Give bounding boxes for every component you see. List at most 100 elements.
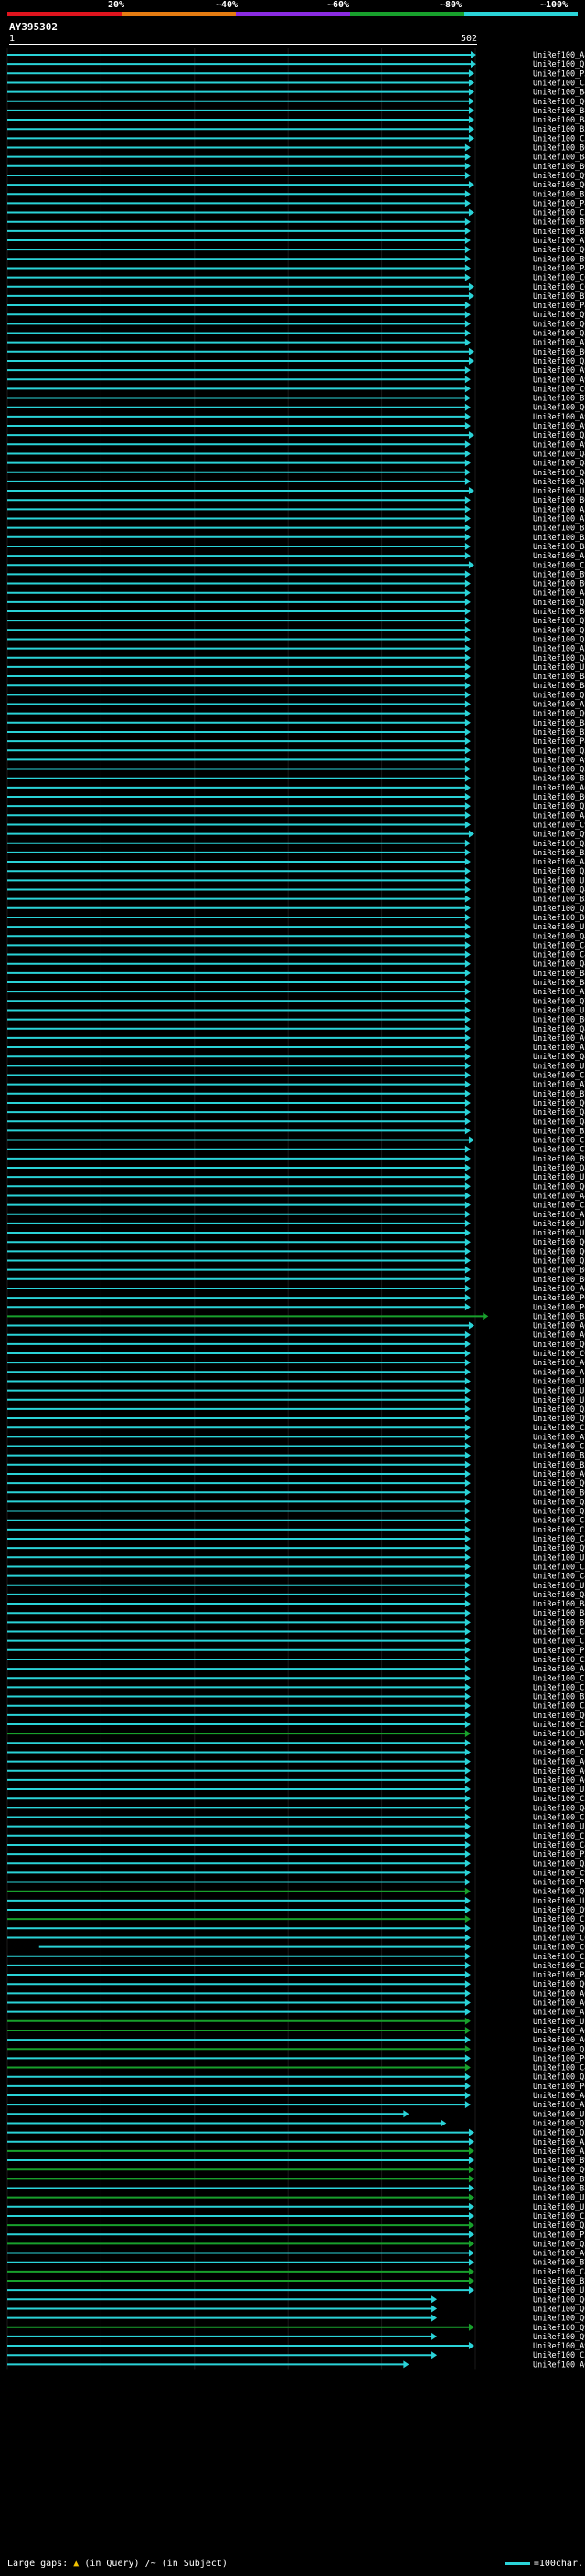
- hit-label[interactable]: UniRef100_C5GFT1: [533, 1563, 585, 1572]
- hit-label[interactable]: UniRef100_P42794: [533, 264, 585, 273]
- hit-label[interactable]: UniRef100_A4RZU5: [533, 552, 585, 561]
- hit-label[interactable]: UniRef100_A21403: [533, 701, 585, 710]
- hit-label[interactable]: UniRef100_Q4T8S0: [533, 1591, 585, 1600]
- hit-label[interactable]: UniRef100_Q5VVC8: [533, 2129, 585, 2138]
- hit-label[interactable]: UniRef100_B7FDN3: [533, 2259, 585, 2268]
- hit-label[interactable]: UniRef100_Q6CKT4: [533, 2166, 585, 2175]
- hit-label[interactable]: UniRef100_UPI000...: [533, 1173, 585, 1182]
- hit-label[interactable]: UniRef100_A7P518: [533, 1433, 585, 1442]
- hit-label[interactable]: UniRef100_B7FN35: [533, 292, 585, 302]
- hit-label[interactable]: UniRef100_Q9G2U2: [533, 2324, 585, 2333]
- hit-label[interactable]: UniRef100_B4FCG9: [533, 89, 585, 98]
- hit-label[interactable]: UniRef100_Q3E757: [533, 2073, 585, 2083]
- hit-label[interactable]: UniRef100_C6S7Z2: [533, 385, 585, 394]
- hit-label[interactable]: UniRef100_C6SZ17: [533, 274, 585, 283]
- hit-label[interactable]: UniRef100_Q19162: [533, 691, 585, 700]
- hit-label[interactable]: UniRef100_B7G869: [533, 525, 585, 534]
- hit-label[interactable]: UniRef100_A7AQT8: [533, 515, 585, 525]
- hit-label[interactable]: UniRef100_UPI000...: [533, 923, 585, 932]
- hit-label[interactable]: UniRef100_B3NPV9: [533, 2185, 585, 2194]
- hit-label[interactable]: UniRef100_B4EQB1: [533, 1609, 585, 1618]
- hit-label[interactable]: UniRef100_A0BSH5: [533, 2036, 585, 2045]
- hit-label[interactable]: UniRef100_B9H7U8: [533, 255, 585, 264]
- hit-label[interactable]: UniRef100_Q5DF64: [533, 840, 585, 849]
- hit-label[interactable]: UniRef100_B0CS92: [533, 1016, 585, 1025]
- hit-label[interactable]: UniRef100_Q6KQP5: [533, 2315, 585, 2324]
- hit-label[interactable]: UniRef100_Q4GUJ7: [533, 1025, 585, 1034]
- hit-label[interactable]: UniRef100_Q9LWN1: [533, 172, 585, 181]
- hit-label[interactable]: UniRef100_B2K944: [533, 728, 585, 737]
- hit-label[interactable]: UniRef100_Q6EE91: [533, 2295, 585, 2305]
- hit-label[interactable]: UniRef100_B4JG22: [533, 970, 585, 979]
- hit-label[interactable]: UniRef100_P05Z66: [533, 2054, 585, 2063]
- hit-label[interactable]: UniRef100_Q9VRB5: [533, 1415, 585, 1424]
- hit-label[interactable]: UniRef100_Q21157: [533, 802, 585, 811]
- hit-label[interactable]: UniRef100_A4HBE4: [533, 1665, 585, 1674]
- hit-label[interactable]: UniRef100_A6CGF3: [533, 1331, 585, 1341]
- hit-label[interactable]: UniRef100_B6H3R8: [533, 1276, 585, 1285]
- hit-label[interactable]: UniRef100_Q5Z951: [533, 431, 585, 440]
- hit-label[interactable]: UniRef100_B4FV31: [533, 107, 585, 116]
- hit-label[interactable]: UniRef100_Q4P736: [533, 1053, 585, 1062]
- hit-label[interactable]: UniRef100_Q3H7Y8: [533, 330, 585, 339]
- hit-label[interactable]: UniRef100_UPI000...: [533, 663, 585, 673]
- hit-label[interactable]: UniRef100_A6XW44: [533, 2250, 585, 2259]
- hit-label[interactable]: UniRef100_B5DUR4: [533, 849, 585, 858]
- hit-label[interactable]: UniRef100_Q9MSX8: [533, 1906, 585, 1915]
- hit-label[interactable]: UniRef100_B4H4V1: [533, 719, 585, 728]
- hit-label[interactable]: UniRef100_C1BSP7: [533, 1814, 585, 1823]
- hit-label[interactable]: UniRef100_UPI000...: [533, 487, 585, 496]
- hit-label[interactable]: UniRef100_B5XEV5: [533, 1461, 585, 1470]
- hit-label[interactable]: UniRef100_UPI000...: [533, 2203, 585, 2212]
- hit-label[interactable]: UniRef100_Q6JWC3: [533, 1712, 585, 1721]
- hit-label[interactable]: UniRef100_B2WFR3: [533, 1693, 585, 1702]
- hit-label[interactable]: UniRef100_C6FGC3: [533, 1350, 585, 1359]
- hit-label[interactable]: UniRef100_A7QDH8: [533, 237, 585, 246]
- hit-label[interactable]: UniRef100_C7YKP0: [533, 1146, 585, 1155]
- hit-label[interactable]: UniRef100_UPI000...: [533, 2110, 585, 2119]
- hit-label[interactable]: UniRef100_Q0UDF8: [533, 1479, 585, 1489]
- hit-label[interactable]: UniRef100_B7FN26: [533, 395, 585, 404]
- hit-label[interactable]: UniRef100_Q9XL29: [533, 2333, 585, 2342]
- hit-label[interactable]: UniRef100_A0BDH1: [533, 1999, 585, 2009]
- hit-label[interactable]: UniRef100_Q4GTH5: [533, 654, 585, 663]
- hit-label[interactable]: UniRef100_UPI000...: [533, 1553, 585, 1563]
- hit-label[interactable]: UniRef100_Q9FSF6: [533, 311, 585, 320]
- hit-label[interactable]: UniRef100_P48157: [533, 1971, 585, 1980]
- hit-label[interactable]: UniRef100_C6ZQW4: [533, 1944, 585, 1953]
- hit-label[interactable]: UniRef100_B5Y7N3: [533, 1452, 585, 1461]
- hit-label[interactable]: UniRef100_A0UH57: [533, 1034, 585, 1044]
- hit-label[interactable]: UniRef100_A6YP70: [533, 784, 585, 793]
- hit-label[interactable]: UniRef100_Q6RJY2: [533, 246, 585, 255]
- hit-label[interactable]: UniRef100_A0E0Y2: [533, 2360, 585, 2369]
- hit-label[interactable]: UniRef100_A6NH44: [533, 1359, 585, 1368]
- hit-label[interactable]: UniRef100_Q4N8W2: [533, 478, 585, 487]
- hit-label[interactable]: UniRef100_B3L086: [533, 534, 585, 543]
- hit-label[interactable]: UniRef100_B4HPG4: [533, 1730, 585, 1739]
- hit-label[interactable]: UniRef100_A2IA71: [533, 1044, 585, 1053]
- hit-label[interactable]: UniRef100_B9X030: [533, 2157, 585, 2166]
- hit-label[interactable]: UniRef100_P42001: [533, 1879, 585, 1888]
- hit-label[interactable]: UniRef100_A0DE89: [533, 2027, 585, 2036]
- hit-label[interactable]: UniRef100_C5DL91: [533, 1953, 585, 1962]
- hit-label[interactable]: UniRef100_B3MGG1: [533, 896, 585, 905]
- hit-label[interactable]: UniRef100_B8BZ86: [533, 543, 585, 552]
- hit-label[interactable]: UniRef100_B4MRQ7: [533, 775, 585, 784]
- hit-label[interactable]: UniRef100_C5M7R6: [533, 2212, 585, 2221]
- hit-label[interactable]: UniRef100_A7PJK4: [533, 339, 585, 348]
- hit-label[interactable]: UniRef100_C6HAY2: [533, 1934, 585, 1943]
- hit-label[interactable]: UniRef100_A8H081: [533, 51, 585, 60]
- hit-label[interactable]: UniRef100_Q5DVI3: [533, 1405, 585, 1415]
- hit-label[interactable]: UniRef100_C6SZ50: [533, 283, 585, 292]
- hit-label[interactable]: UniRef100_C2FWR3: [533, 1656, 585, 1665]
- hit-label[interactable]: UniRef100_B2ZAU6: [533, 228, 585, 237]
- hit-label[interactable]: UniRef100_C5LHH5: [533, 2351, 585, 2360]
- hit-label[interactable]: UniRef100_B6AG19: [533, 580, 585, 589]
- hit-label[interactable]: UniRef100_B0X194: [533, 608, 585, 617]
- hit-label[interactable]: UniRef100_UPI000...: [533, 1396, 585, 1405]
- hit-label[interactable]: UniRef100_C1GAQ0: [533, 1638, 585, 1647]
- hit-label[interactable]: UniRef100_C1FEK5: [533, 1915, 585, 1924]
- hit-label[interactable]: UniRef100_Q0DK10: [533, 181, 585, 190]
- hit-label[interactable]: UniRef100_Q5RC11: [533, 1498, 585, 1507]
- hit-label[interactable]: UniRef100_A9RBE6: [533, 413, 585, 422]
